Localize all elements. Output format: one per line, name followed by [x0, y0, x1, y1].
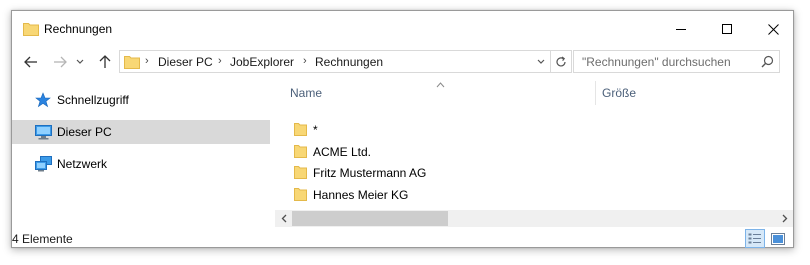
back-arrow-icon — [24, 56, 37, 68]
explorer-window: Rechnungen › Dieser PC › JobExplorer › R… — [11, 10, 794, 248]
file-name: Fritz Mustermann AG — [313, 166, 427, 180]
address-history-button[interactable] — [531, 51, 550, 72]
recent-locations-button[interactable] — [73, 52, 87, 72]
back-button[interactable] — [20, 52, 42, 72]
up-arrow-icon — [99, 55, 111, 68]
list-item[interactable]: ACME Ltd. — [291, 141, 511, 162]
breadcrumb-chevron-icon[interactable]: › — [218, 55, 222, 67]
sidebar-item-label: Netzwerk — [57, 157, 108, 171]
breadcrumb-rechnungen[interactable]: Rechnungen — [315, 55, 383, 69]
minimize-icon — [676, 29, 686, 30]
list-item[interactable]: Hannes Meier KG — [291, 184, 511, 205]
address-bar[interactable]: › Dieser PC › JobExplorer › Rechnungen — [119, 50, 572, 73]
folder-icon — [294, 187, 307, 204]
sidebar-item-dieser-pc[interactable]: Dieser PC — [12, 120, 270, 144]
refresh-icon — [556, 56, 566, 66]
file-name: ACME Ltd. — [313, 145, 372, 159]
chevron-down-icon — [76, 59, 84, 64]
sidebar-item-schnellzugriff[interactable]: Schnellzugriff — [12, 88, 270, 112]
breadcrumb-dieser-pc[interactable]: Dieser PC — [158, 55, 213, 69]
sidebar-item-label: Schnellzugriff — [57, 93, 129, 107]
breadcrumb-chevron-icon[interactable]: › — [303, 55, 307, 67]
maximize-button[interactable] — [704, 11, 750, 47]
refresh-button[interactable] — [550, 51, 571, 72]
chevron-down-icon — [537, 59, 544, 64]
folder-icon — [294, 165, 307, 182]
item-count: 4 Elemente — [12, 232, 73, 246]
close-icon — [767, 23, 779, 35]
folder-icon — [294, 122, 307, 139]
scroll-left-button[interactable] — [275, 210, 292, 227]
forward-button[interactable] — [49, 52, 71, 72]
forward-arrow-icon — [54, 56, 67, 68]
title-bar[interactable]: Rechnungen — [12, 11, 793, 47]
column-header-size[interactable]: Größe — [602, 86, 636, 100]
search-icon[interactable] — [761, 55, 774, 71]
file-name: * — [313, 123, 318, 137]
list-item[interactable]: Fritz Mustermann AG — [291, 162, 511, 183]
scrollbar-thumb[interactable] — [292, 211, 448, 226]
chevron-right-icon — [782, 214, 787, 223]
up-button[interactable] — [94, 52, 116, 72]
details-view-icon — [748, 233, 761, 243]
search-box[interactable] — [573, 50, 780, 73]
scroll-right-button[interactable] — [776, 210, 793, 227]
breadcrumb-chevron-icon[interactable]: › — [145, 55, 149, 67]
navigation-pane: Schnellzugriff Dieser PC Netzwerk — [12, 84, 270, 234]
sort-ascending-icon — [436, 77, 445, 91]
maximize-icon — [722, 24, 732, 34]
window-title: Rechnungen — [44, 22, 113, 36]
minimize-button[interactable] — [658, 11, 704, 47]
file-name: Hannes Meier KG — [313, 188, 409, 202]
sidebar-item-label: Dieser PC — [57, 125, 112, 139]
large-icons-view-icon — [771, 232, 785, 245]
sidebar-item-netzwerk[interactable]: Netzwerk — [12, 152, 270, 176]
details-view-button[interactable] — [745, 229, 765, 248]
horizontal-scrollbar[interactable] — [275, 210, 793, 227]
list-item[interactable]: * — [291, 119, 511, 140]
computer-icon — [35, 124, 52, 143]
star-icon — [35, 92, 51, 111]
folder-icon — [124, 55, 140, 72]
close-button[interactable] — [750, 11, 796, 47]
folder-icon — [23, 22, 39, 39]
breadcrumb-jobexplorer[interactable]: JobExplorer — [230, 55, 294, 69]
network-icon — [35, 156, 52, 175]
status-bar: 4 Elemente — [12, 229, 793, 249]
file-list-pane: Name Größe * ACME Ltd. Fritz Mustermann … — [275, 79, 793, 229]
column-header-name[interactable]: Name — [290, 86, 322, 100]
large-icons-view-button[interactable] — [768, 229, 788, 248]
chevron-left-icon — [281, 214, 286, 223]
column-divider[interactable] — [595, 81, 596, 105]
folder-icon — [294, 144, 307, 161]
search-input[interactable] — [582, 53, 752, 70]
